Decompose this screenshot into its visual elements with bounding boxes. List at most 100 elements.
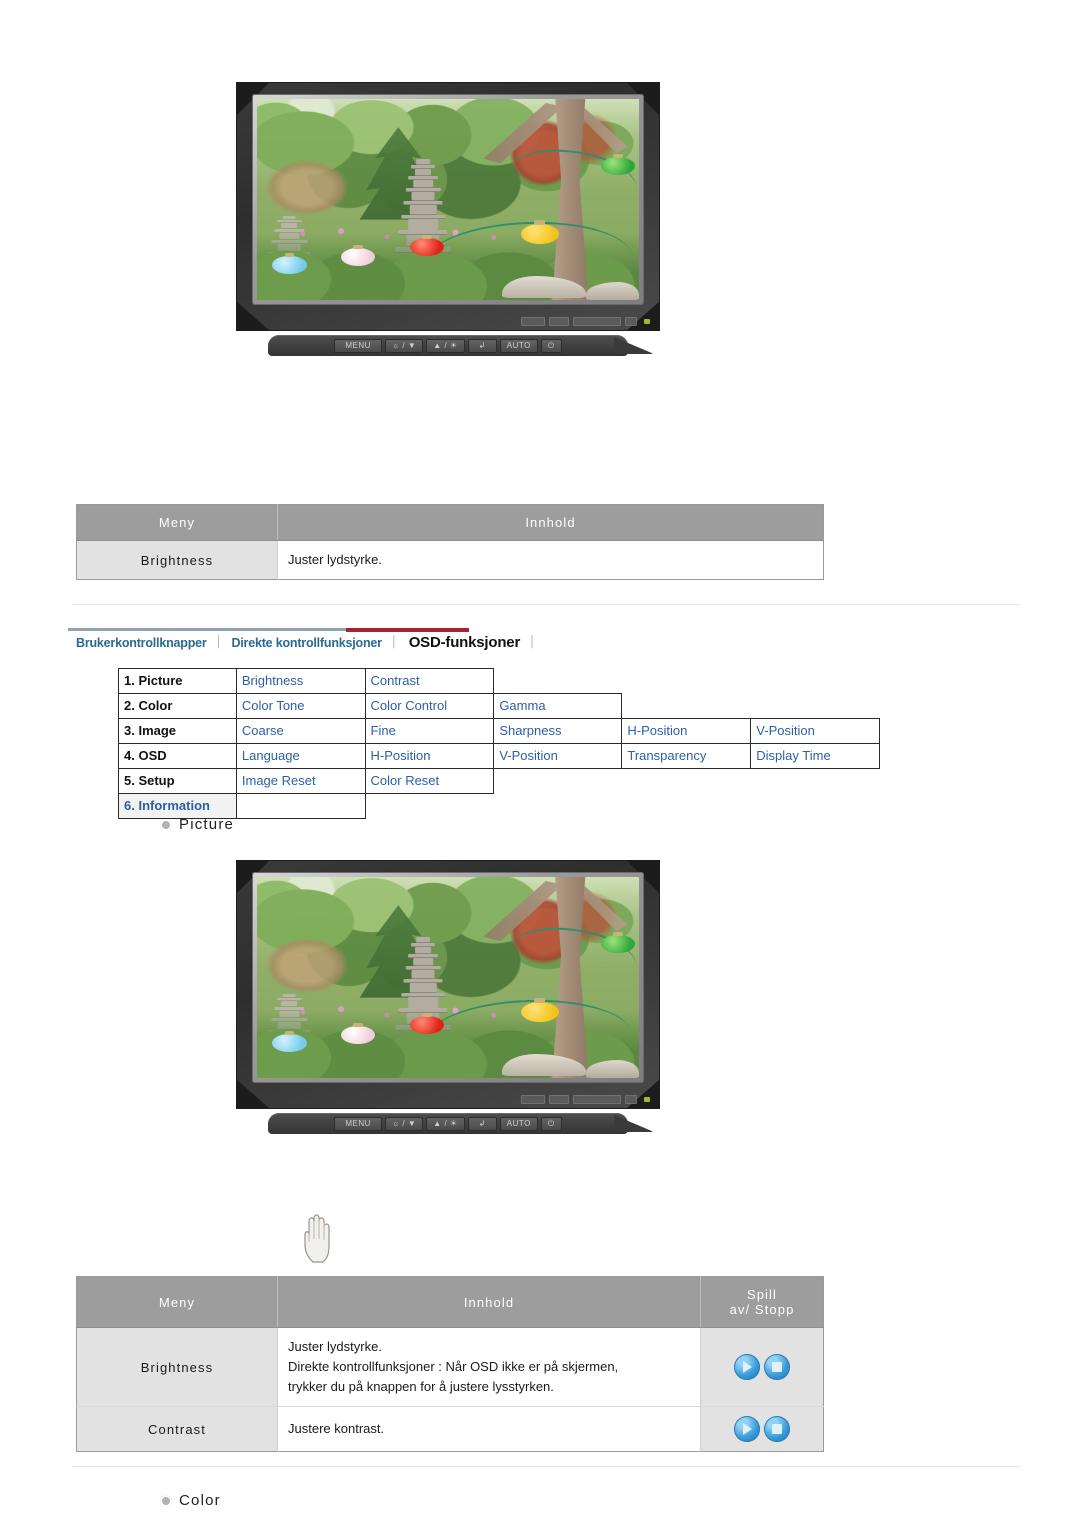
osd-item-language[interactable]: Language (235, 743, 366, 769)
scene-maple-tree (264, 159, 349, 216)
column-header-spill-av-stopp: Spill av/ Stopp (700, 1276, 824, 1328)
monitor-body-2 (236, 860, 660, 1109)
brightness-up-button-2[interactable]: ▲ / ☀ (426, 1116, 465, 1131)
osd-group-information[interactable]: 6. Information (118, 793, 237, 819)
osd-grid-row-color: 2. Color Color Tone Color Control Gamma (118, 693, 880, 719)
osd-item-sharpness[interactable]: Sharpness (493, 718, 623, 744)
osd-item-transparency[interactable]: Transparency (621, 743, 752, 769)
osd-item-display-time[interactable]: Display Time (750, 743, 880, 769)
enter-button[interactable]: ↲ (467, 338, 497, 353)
power-button-2[interactable]: ⏻ (540, 1116, 562, 1131)
bezel-mark-4 (625, 317, 637, 326)
osd-group-picture[interactable]: 1. Picture (118, 668, 237, 694)
monitor-bezel-markings-2 (521, 1095, 650, 1104)
cell-menu-brightness-2: Brightness (76, 1326, 278, 1407)
monitor-illustration-second: MENU ☼ / ▼ ▲ / ☀ ↲ AUTO ⏻ (236, 860, 660, 1134)
column-header-meny: Meny (76, 504, 278, 541)
column-header-innhold: Innhold (277, 504, 824, 541)
scene-lantern-yellow (520, 220, 559, 244)
monitor-corner-bottom-right (626, 301, 660, 331)
osd-grid-spacer-2 (622, 694, 880, 719)
stop-icon[interactable] (764, 1416, 790, 1443)
tab-rule (68, 628, 346, 631)
play-icon[interactable] (734, 1354, 760, 1381)
osd-information-empty-cell (235, 793, 366, 819)
monitor-body (236, 82, 660, 331)
tab-separator-3: │ (529, 636, 536, 648)
bezel-mark-3-2 (573, 1095, 621, 1104)
cell-content-brightness-2: Juster lydstyrke. Direkte kontrollfunksj… (277, 1326, 701, 1407)
scene-lantern-blue-2 (272, 1030, 307, 1052)
osd-item-fine[interactable]: Fine (364, 718, 495, 744)
brightness-up-button[interactable]: ▲ / ☀ (426, 338, 465, 353)
scene-maple-tree-2 (264, 937, 349, 994)
bezel-mark-3 (573, 317, 621, 326)
power-led-indicator (644, 319, 650, 324)
menu-button[interactable]: MENU (334, 338, 382, 353)
tab-separator-2: │ (390, 636, 398, 648)
osd-item-osd-h-position[interactable]: H-Position (364, 743, 495, 769)
table-row: Brightness Juster lydstyrke. Direkte kon… (76, 1326, 824, 1407)
power-button[interactable]: ⏻ (540, 338, 562, 353)
osd-item-gamma[interactable]: Gamma (493, 693, 623, 719)
stop-icon[interactable] (764, 1354, 790, 1381)
osd-grid-row-information: 6. Information (118, 793, 880, 819)
bullet-icon (160, 1494, 172, 1507)
column-header-spill-line2: av/ Stopp (729, 1302, 795, 1317)
bezel-mark-1 (521, 317, 545, 326)
column-header-innhold-2: Innhold (277, 1276, 701, 1328)
content-line: Juster lydstyrke. (288, 1339, 382, 1354)
enter-button-2[interactable]: ↲ (467, 1116, 497, 1131)
tab-osd-funksjoner[interactable]: OSD-funksjoner (399, 634, 528, 651)
osd-item-coarse[interactable]: Coarse (235, 718, 366, 744)
monitor-bezel-markings (521, 317, 650, 326)
osd-item-image-h-position[interactable]: H-Position (621, 718, 752, 744)
osd-item-brightness[interactable]: Brightness (235, 668, 366, 694)
scene-lantern-yellow-2 (520, 998, 559, 1022)
monitor-inner-bezel-2 (252, 872, 644, 1083)
osd-item-color-reset[interactable]: Color Reset (364, 768, 495, 794)
content-line: Direkte kontrollfunksjoner : Når OSD ikk… (288, 1359, 619, 1375)
scene-lantern-white-2 (341, 1022, 376, 1044)
tab-brukerkontrollknapper[interactable]: Brukerkontrollknapper (68, 633, 215, 650)
osd-item-contrast[interactable]: Contrast (364, 668, 495, 694)
osd-item-image-v-position[interactable]: V-Position (750, 718, 880, 744)
cell-play-stop-contrast (700, 1406, 824, 1452)
monitor-corner-bottom-left (236, 301, 270, 331)
auto-button[interactable]: AUTO (499, 338, 538, 353)
osd-group-color[interactable]: 2. Color (118, 693, 237, 719)
play-icon[interactable] (734, 1416, 760, 1443)
cell-play-stop-brightness (700, 1326, 824, 1407)
table-row: Brightness Juster lydstyrke. (76, 539, 824, 580)
monitor-inner-bezel (252, 94, 644, 305)
osd-function-grid: 1. Picture Brightness Contrast 2. Color … (118, 668, 880, 819)
osd-group-image[interactable]: 3. Image (118, 718, 237, 744)
content-line: trykker du på knappen for å justere lyss… (288, 1379, 554, 1395)
power-led-indicator-2 (644, 1097, 650, 1102)
tab-direkte-kontrollfunksjoner[interactable]: Direkte kontrollfunksjoner (223, 633, 389, 650)
monitor-screen (257, 99, 639, 300)
cell-menu-contrast: Contrast (76, 1406, 278, 1452)
brightness-down-button[interactable]: ☼ / ▼ (384, 338, 424, 353)
bezel-mark-2 (549, 317, 569, 326)
osd-grid-row-osd: 4. OSD Language H-Position V-Position Tr… (118, 743, 880, 769)
scene-lantern-blue (272, 252, 307, 274)
brightness-down-button-2[interactable]: ☼ / ▼ (384, 1116, 424, 1131)
osd-group-setup[interactable]: 5. Setup (118, 768, 237, 794)
osd-grid-row-image: 3. Image Coarse Fine Sharpness H-Positio… (118, 718, 880, 744)
osd-item-osd-v-position[interactable]: V-Position (493, 743, 623, 769)
osd-grid-row-picture: 1. Picture Brightness Contrast (118, 668, 880, 694)
osd-item-image-reset[interactable]: Image Reset (235, 768, 366, 794)
scene-lantern-white (341, 244, 376, 266)
table-row: Contrast Justere kontrast. (76, 1406, 824, 1452)
scene-lantern-red (409, 234, 445, 256)
osd-item-color-tone[interactable]: Color Tone (235, 693, 366, 719)
auto-button-2[interactable]: AUTO (499, 1116, 538, 1131)
osd-group-osd[interactable]: 4. OSD (118, 743, 237, 769)
menu-button-2[interactable]: MENU (334, 1116, 382, 1131)
scene-lantern-red-2 (409, 1012, 445, 1034)
table-header-row-2: Meny Innhold Spill av/ Stopp (76, 1276, 824, 1328)
osd-item-color-control[interactable]: Color Control (364, 693, 495, 719)
monitor-illustration-top: MENU ☼ / ▼ ▲ / ☀ ↲ AUTO ⏻ (236, 82, 660, 356)
monitor-corner-bottom-right-2 (626, 1079, 660, 1109)
